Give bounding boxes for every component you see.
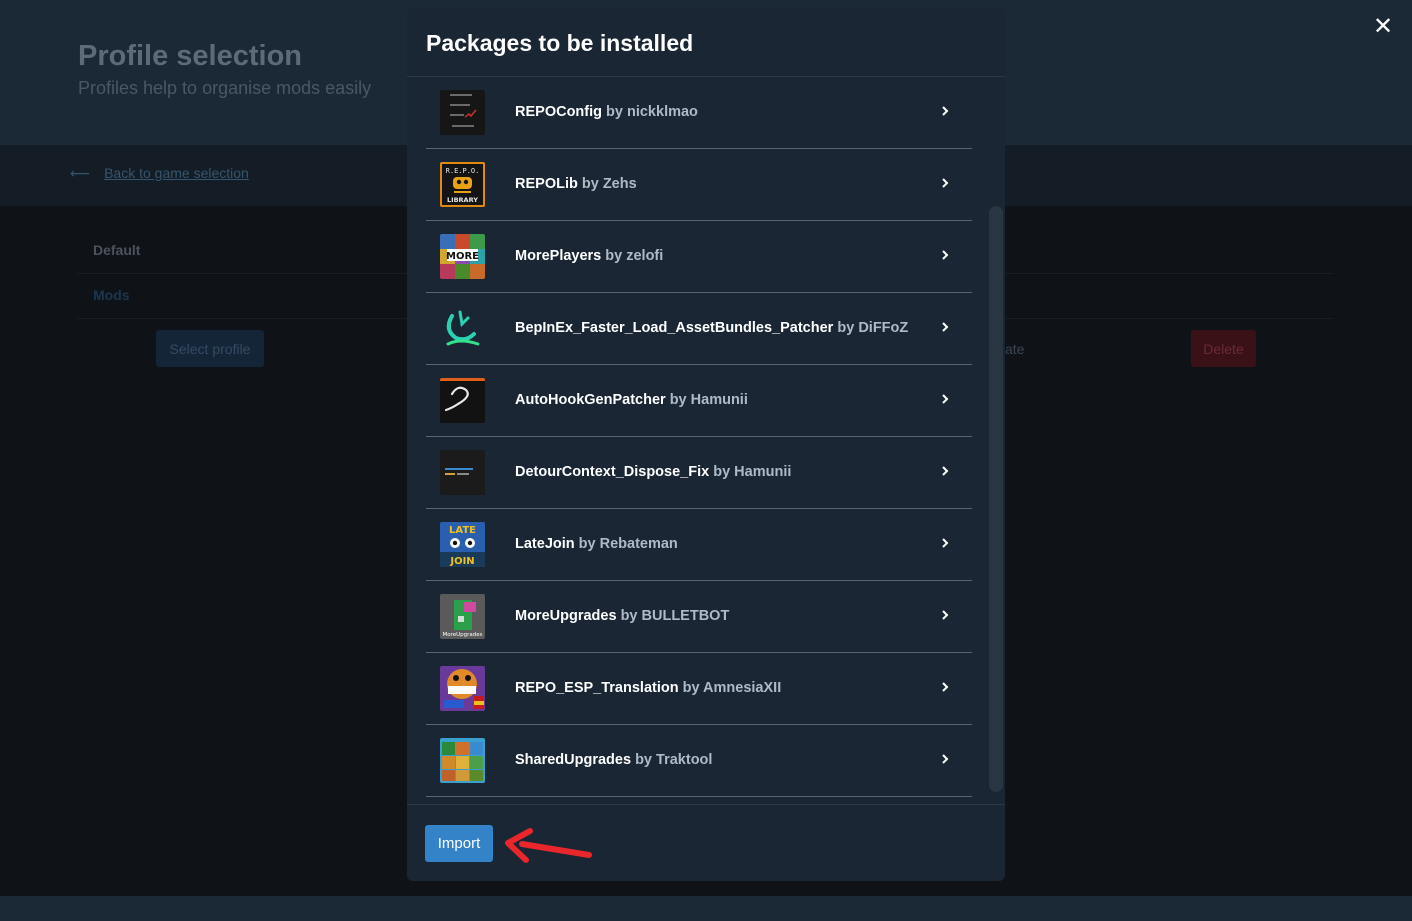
chevron-right-icon: [942, 466, 949, 476]
modal-title: Packages to be installed: [426, 30, 694, 56]
package-item[interactable]: AutoHookGenPatcher by Hamunii: [426, 365, 972, 437]
chevron-right-icon: [942, 178, 949, 188]
svg-text:LATE: LATE: [449, 525, 476, 536]
chevron-right-icon: [942, 754, 949, 764]
package-name: MoreUpgrades by BULLETBOT: [515, 608, 730, 624]
package-name: REPOLib by Zehs: [515, 176, 637, 192]
svg-text:MORE: MORE: [446, 251, 479, 262]
svg-text:MoreUpgrades: MoreUpgrades: [442, 632, 482, 638]
package-item[interactable]: BepInEx_Faster_Load_AssetBundles_Patcher…: [426, 293, 972, 365]
close-icon[interactable]: ✕: [1370, 14, 1396, 40]
modal-footer: Import: [407, 804, 1005, 881]
package-name: REPOConfig by nickklmao: [515, 104, 698, 120]
package-name: LateJoin by Rebateman: [515, 536, 678, 552]
repo-esp-thumbnail: [440, 666, 485, 711]
package-name: AutoHookGenPatcher by Hamunii: [515, 392, 748, 408]
chevron-right-icon: [942, 106, 949, 116]
latejoin-thumbnail: LATE JOIN: [440, 522, 485, 567]
moreupgrades-thumbnail: MoreUpgrades: [440, 594, 485, 639]
svg-text:R.E.P.O.: R.E.P.O.: [446, 167, 480, 175]
modal-header: Packages to be installed: [407, 8, 1005, 77]
package-item[interactable]: MoreUpgrades MoreUpgrades by BULLETBOT: [426, 581, 972, 653]
chevron-right-icon: [942, 250, 949, 260]
chevron-right-icon: [942, 682, 949, 692]
repolib-thumbnail: R.E.P.O. LIBRARY: [440, 162, 485, 207]
chevron-right-icon: [942, 394, 949, 404]
chevron-right-icon: [942, 538, 949, 548]
package-item[interactable]: REPO_ESP_Translation by AmnesiaXII: [426, 653, 972, 725]
bepinex-thumbnail: [440, 306, 485, 351]
package-name: SharedUpgrades by Traktool: [515, 752, 713, 768]
package-name: MorePlayers by zelofi: [515, 248, 664, 264]
packages-modal: Packages to be installed REPOConfig by n…: [407, 8, 1005, 881]
package-name: BepInEx_Faster_Load_AssetBundles_Patcher…: [515, 320, 909, 336]
annotation-arrow-icon: [505, 828, 592, 863]
chevron-right-icon: [942, 610, 949, 620]
package-item[interactable]: MORE MorePlayers by zelofi: [426, 221, 972, 293]
repoconfig-thumbnail: [440, 90, 485, 135]
chevron-right-icon: [942, 322, 949, 332]
svg-text:JOIN: JOIN: [449, 556, 474, 567]
package-name: REPO_ESP_Translation by AmnesiaXII: [515, 680, 782, 696]
import-button[interactable]: Import: [425, 825, 493, 862]
package-name: DetourContext_Dispose_Fix by Hamunii: [515, 464, 792, 480]
detourcontext-thumbnail: [440, 450, 485, 495]
package-item[interactable]: R.E.P.O. LIBRARY REPOLib by Zehs: [426, 149, 972, 221]
moreplayers-thumbnail: MORE: [440, 234, 485, 279]
package-item[interactable]: SharedUpgrades by Traktool: [426, 725, 972, 797]
scrollbar[interactable]: [989, 206, 1003, 792]
autohookgen-thumbnail: [440, 378, 485, 423]
package-item[interactable]: LATE JOIN LateJoin by Rebateman: [426, 509, 972, 581]
svg-text:LIBRARY: LIBRARY: [447, 196, 478, 204]
package-item[interactable]: DetourContext_Dispose_Fix by Hamunii: [426, 437, 972, 509]
package-list: REPOConfig by nickklmao R.E.P.O. LIBRARY: [407, 77, 1005, 804]
sharedupgrades-thumbnail: [440, 738, 485, 783]
package-item[interactable]: REPOConfig by nickklmao: [426, 77, 972, 149]
